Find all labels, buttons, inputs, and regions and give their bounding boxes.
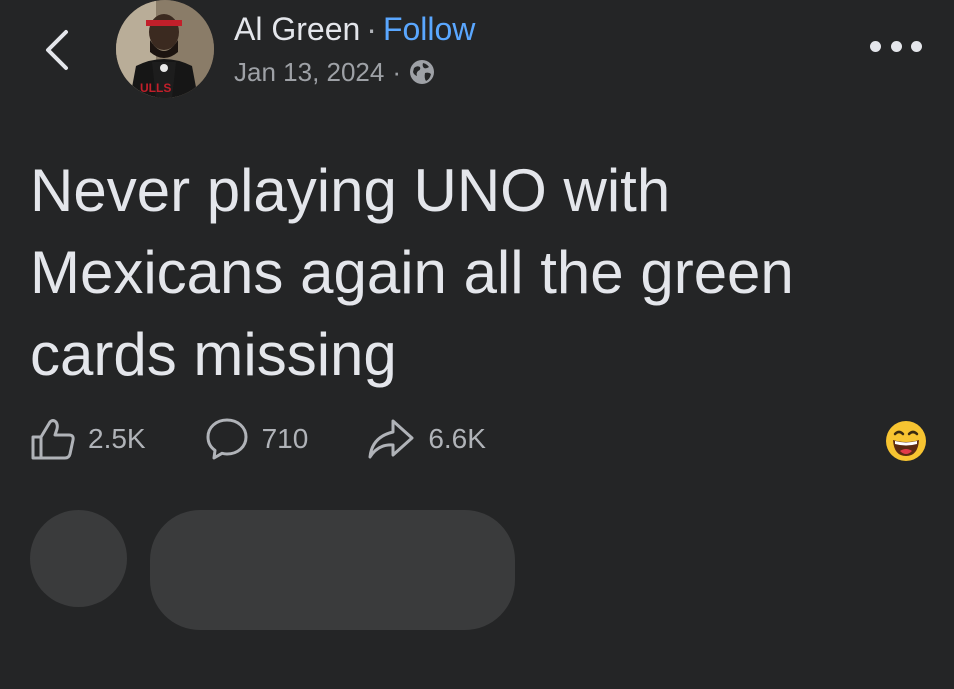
author-line: Al Green · Follow (234, 10, 475, 48)
thumbs-up-icon (31, 419, 75, 460)
comment-input[interactable] (150, 510, 515, 630)
author-name[interactable]: Al Green (234, 11, 360, 47)
action-bar: 2.5K 710 6.6K (30, 414, 486, 464)
comment-button[interactable]: 710 (204, 416, 309, 462)
follow-button[interactable]: Follow (383, 11, 475, 47)
meta-separator: · (392, 57, 402, 87)
author-avatar[interactable]: ULLS (116, 0, 214, 98)
share-count: 6.6K (428, 423, 486, 454)
more-options-button[interactable] (870, 34, 922, 58)
more-dot (870, 40, 881, 52)
post-header: Al Green · Follow Jan 13, 2024 · (234, 10, 475, 88)
avatar-image: ULLS (116, 0, 214, 98)
share-arrow-icon (368, 419, 414, 459)
more-dot (911, 40, 922, 52)
like-button[interactable]: 2.5K (30, 417, 146, 461)
svg-text:ULLS: ULLS (140, 81, 171, 95)
name-separator: · (366, 11, 377, 47)
more-dot (890, 40, 902, 52)
globe-icon (409, 59, 435, 85)
post-meta: Jan 13, 2024 · (234, 56, 475, 88)
comment-bubble-icon (206, 418, 248, 460)
like-count: 2.5K (88, 423, 146, 454)
grinning-face-emoji-icon[interactable] (885, 420, 927, 462)
share-button[interactable]: 6.6K (366, 417, 486, 461)
comment-count: 710 (261, 423, 309, 454)
post-date[interactable]: Jan 13, 2024 (234, 56, 384, 88)
post-text: Never playing UNO with Mexicans again al… (30, 157, 794, 388)
chevron-left-icon (46, 30, 68, 70)
back-button[interactable] (38, 24, 78, 76)
commenter-avatar (30, 510, 127, 607)
